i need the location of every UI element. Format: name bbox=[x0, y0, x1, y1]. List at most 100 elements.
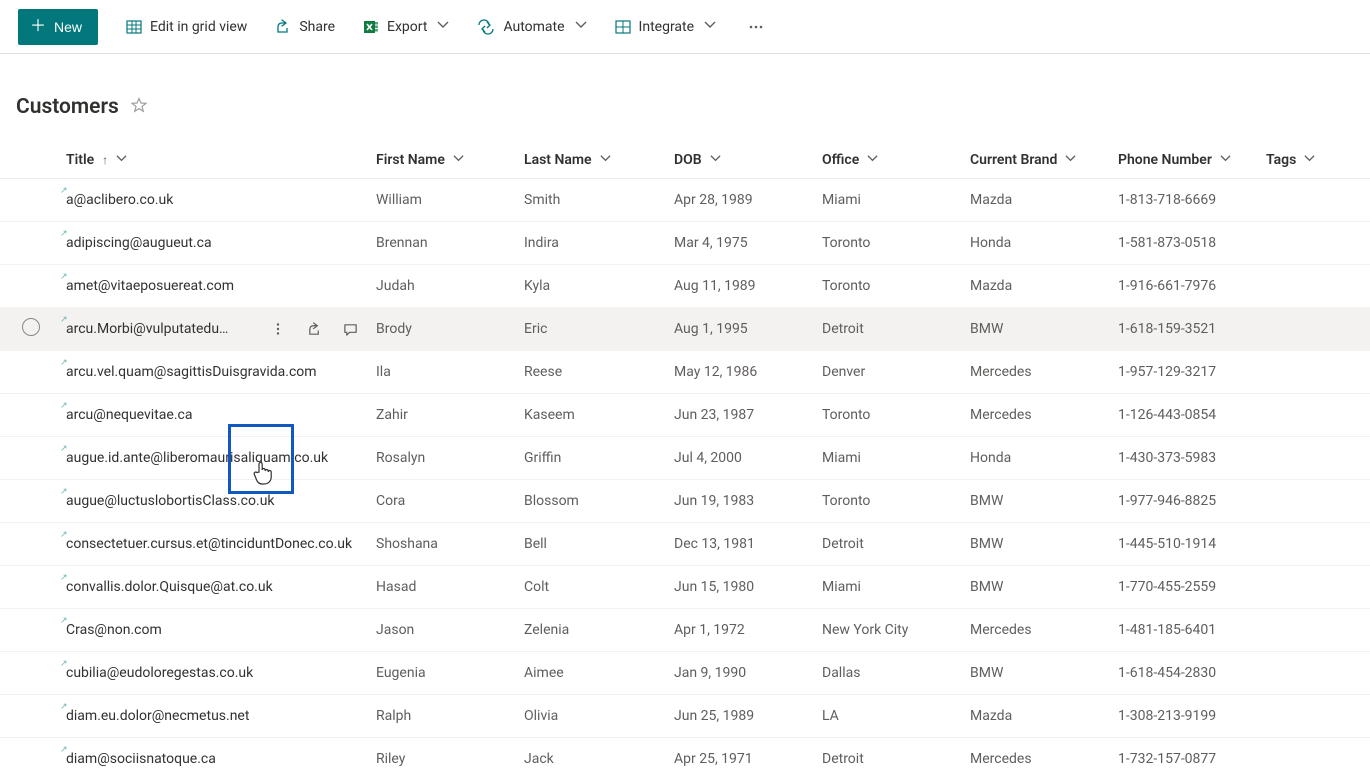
share-label: Share bbox=[299, 19, 335, 35]
table-row[interactable]: ↗cubilia@eudoloregestas.co.ukEugeniaAime… bbox=[0, 652, 1370, 695]
page-title: Customers bbox=[16, 95, 119, 119]
column-header-first-name[interactable]: First Name bbox=[370, 144, 518, 179]
link-arrow-icon: ↗ bbox=[60, 315, 68, 325]
item-share-button[interactable] bbox=[300, 315, 328, 343]
item-more-actions-button[interactable] bbox=[264, 315, 292, 343]
cell-office: Miami bbox=[816, 437, 964, 480]
table-row[interactable]: ↗diam.eu.dolor@necmetus.netRalphOliviaJu… bbox=[0, 695, 1370, 738]
row-select-cell[interactable] bbox=[0, 394, 60, 437]
cell-office: LA bbox=[816, 695, 964, 738]
cell-dob: Jun 23, 1987 bbox=[668, 394, 816, 437]
column-header-select[interactable] bbox=[0, 144, 60, 179]
item-title-link[interactable]: amet@vitaeposuereat.com bbox=[66, 278, 234, 294]
table-row[interactable]: ↗augue.id.ante@liberomaurisaliquam.co.uk… bbox=[0, 437, 1370, 480]
cell-tags bbox=[1260, 265, 1370, 308]
item-title-link[interactable]: arcu@nequevitae.ca bbox=[66, 407, 192, 423]
comment-icon bbox=[343, 322, 358, 337]
new-button[interactable]: ＋ New bbox=[18, 9, 98, 45]
cell-first-name: Ila bbox=[370, 351, 518, 394]
cell-title: ↗augue.id.ante@liberomaurisaliquam.co.uk bbox=[60, 437, 370, 480]
cell-office: Toronto bbox=[816, 394, 964, 437]
integrate-button[interactable]: Integrate bbox=[615, 19, 717, 35]
cell-last-name: Jack bbox=[518, 738, 668, 772]
row-select-cell[interactable] bbox=[0, 480, 60, 523]
table-row[interactable]: ↗adipiscing@augueut.caBrennanIndiraMar 4… bbox=[0, 222, 1370, 265]
cell-dob: Dec 13, 1981 bbox=[668, 523, 816, 566]
automate-button[interactable]: Automate bbox=[477, 19, 586, 35]
column-header-dob[interactable]: DOB bbox=[668, 144, 816, 179]
column-header-current-brand[interactable]: Current Brand bbox=[964, 144, 1112, 179]
item-title-link[interactable]: adipiscing@augueut.ca bbox=[66, 235, 212, 251]
row-select-cell[interactable] bbox=[0, 437, 60, 480]
table-row[interactable]: ↗a@aclibero.co.ukWilliamSmithApr 28, 198… bbox=[0, 179, 1370, 222]
cell-last-name: Eric bbox=[518, 308, 668, 351]
row-select-cell[interactable] bbox=[0, 351, 60, 394]
link-arrow-icon: ↗ bbox=[60, 487, 68, 497]
table-row[interactable]: ↗Cras@non.comJasonZeleniaApr 1, 1972New … bbox=[0, 609, 1370, 652]
table-row[interactable]: ↗consectetuer.cursus.et@tinciduntDonec.c… bbox=[0, 523, 1370, 566]
table-row[interactable]: ↗augue@luctuslobortisClass.co.ukCoraBlos… bbox=[0, 480, 1370, 523]
column-header-last-name[interactable]: Last Name bbox=[518, 144, 668, 179]
chevron-down-icon bbox=[453, 152, 464, 168]
item-comment-button[interactable] bbox=[336, 315, 364, 343]
item-title-link[interactable]: diam@sociisnatoque.ca bbox=[66, 751, 216, 767]
edit-in-grid-view-button[interactable]: Edit in grid view bbox=[126, 19, 247, 35]
item-title-link[interactable]: consectetuer.cursus.et@tinciduntDonec.co… bbox=[66, 536, 352, 552]
cell-title: ↗cubilia@eudoloregestas.co.uk bbox=[60, 652, 370, 695]
table-row[interactable]: ↗arcu.Morbi@vulputatedu…BrodyEricAug 1, … bbox=[0, 308, 1370, 351]
share-icon bbox=[275, 19, 291, 35]
item-title-link[interactable]: augue.id.ante@liberomaurisaliquam.co.uk bbox=[66, 450, 328, 466]
cell-current-brand: Mazda bbox=[964, 265, 1112, 308]
cell-phone-number: 1-618-454-2830 bbox=[1112, 652, 1260, 695]
cell-title: ↗arcu.Morbi@vulputatedu… bbox=[60, 308, 370, 351]
item-title-link[interactable]: diam.eu.dolor@necmetus.net bbox=[66, 708, 249, 724]
column-header-label: Tags bbox=[1266, 152, 1296, 168]
column-header-tags[interactable]: Tags bbox=[1260, 144, 1370, 179]
cell-last-name: Griffin bbox=[518, 437, 668, 480]
share-button[interactable]: Share bbox=[275, 19, 335, 35]
chevron-down-icon bbox=[575, 19, 587, 35]
row-select-cell[interactable] bbox=[0, 179, 60, 222]
item-title-link[interactable]: Cras@non.com bbox=[66, 622, 162, 638]
link-arrow-icon: ↗ bbox=[60, 444, 68, 454]
chevron-down-icon bbox=[116, 152, 127, 168]
row-select-circle-icon[interactable] bbox=[22, 318, 40, 336]
row-select-cell[interactable] bbox=[0, 738, 60, 772]
cell-dob: Jun 19, 1983 bbox=[668, 480, 816, 523]
cell-first-name: Ralph bbox=[370, 695, 518, 738]
table-row[interactable]: ↗amet@vitaeposuereat.comJudahKylaAug 11,… bbox=[0, 265, 1370, 308]
cell-office: Toronto bbox=[816, 480, 964, 523]
row-select-cell[interactable] bbox=[0, 609, 60, 652]
favorite-button[interactable] bbox=[131, 97, 147, 117]
export-button[interactable]: Export bbox=[363, 19, 449, 35]
cell-tags bbox=[1260, 609, 1370, 652]
item-title-link[interactable]: cubilia@eudoloregestas.co.uk bbox=[66, 665, 253, 681]
item-title-link[interactable]: a@aclibero.co.uk bbox=[66, 192, 173, 208]
cell-last-name: Smith bbox=[518, 179, 668, 222]
column-header-office[interactable]: Office bbox=[816, 144, 964, 179]
item-title-link[interactable]: convallis.dolor.Quisque@at.co.uk bbox=[66, 579, 273, 595]
cell-dob: Jul 4, 2000 bbox=[668, 437, 816, 480]
command-bar-overflow-button[interactable] bbox=[744, 15, 768, 39]
row-select-cell[interactable] bbox=[0, 222, 60, 265]
column-header-phone-number[interactable]: Phone Number bbox=[1112, 144, 1260, 179]
row-select-cell[interactable] bbox=[0, 308, 60, 351]
cell-tags bbox=[1260, 566, 1370, 609]
table-row[interactable]: ↗arcu.vel.quam@sagittisDuisgravida.comIl… bbox=[0, 351, 1370, 394]
link-arrow-icon: ↗ bbox=[60, 401, 68, 411]
item-title-link[interactable]: arcu.vel.quam@sagittisDuisgravida.com bbox=[66, 364, 317, 380]
integrate-icon bbox=[615, 19, 631, 35]
row-select-cell[interactable] bbox=[0, 695, 60, 738]
table-row[interactable]: ↗arcu@nequevitae.caZahirKaseemJun 23, 19… bbox=[0, 394, 1370, 437]
table-row[interactable]: ↗convallis.dolor.Quisque@at.co.ukHasadCo… bbox=[0, 566, 1370, 609]
column-header-title[interactable]: Title ↑ bbox=[60, 144, 370, 179]
row-select-cell[interactable] bbox=[0, 523, 60, 566]
row-select-cell[interactable] bbox=[0, 566, 60, 609]
item-title-link[interactable]: arcu.Morbi@vulputatedu… bbox=[66, 321, 228, 337]
table-row[interactable]: ↗diam@sociisnatoque.caRileyJackApr 25, 1… bbox=[0, 738, 1370, 772]
item-title-link[interactable]: augue@luctuslobortisClass.co.uk bbox=[66, 493, 275, 509]
row-select-cell[interactable] bbox=[0, 652, 60, 695]
row-select-cell[interactable] bbox=[0, 265, 60, 308]
link-arrow-icon: ↗ bbox=[60, 229, 68, 239]
more-vertical-icon bbox=[271, 322, 285, 336]
